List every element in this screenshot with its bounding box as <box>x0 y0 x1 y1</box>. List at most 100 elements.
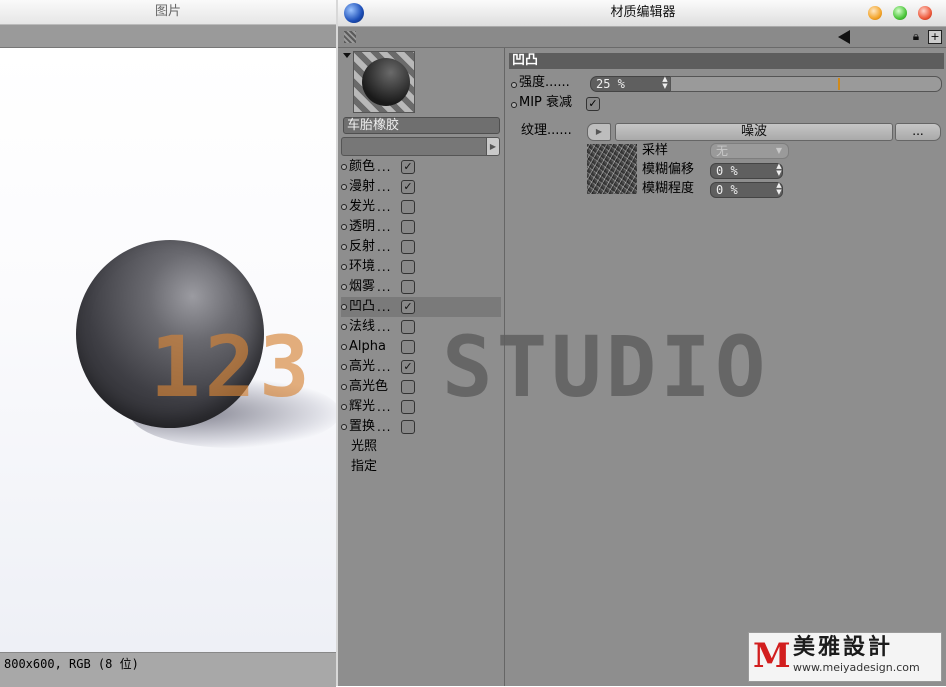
channel-dots: ... <box>377 280 392 294</box>
channel-checkbox[interactable] <box>401 400 415 414</box>
channel-label: 颜色 <box>349 159 376 174</box>
channel-label: 烟雾 <box>349 279 376 294</box>
strength-slider[interactable] <box>670 76 942 92</box>
channel-dot <box>341 304 347 310</box>
channel-item[interactable]: 烟雾... <box>341 277 501 297</box>
channel-dots: ... <box>377 260 392 274</box>
dropdown-arrow-icon[interactable]: ▶ <box>486 137 500 156</box>
strength-label: 强度...... <box>519 75 570 90</box>
channel-dot <box>341 344 347 350</box>
material-name-field[interactable]: 车胎橡胶 <box>343 117 500 134</box>
channel-label: 环境 <box>349 259 376 274</box>
strength-dot <box>511 82 517 88</box>
channel-item[interactable]: 发光... <box>341 197 501 217</box>
sampling-value: 无 <box>716 144 729 158</box>
mip-falloff-label: MIP 衰减 <box>519 95 573 110</box>
material-editor-titlebar[interactable]: 材质编辑器 <box>338 0 946 27</box>
logo-mark-icon: M <box>753 636 791 676</box>
channel-dot <box>341 164 347 170</box>
channel-dots: ... <box>377 180 392 194</box>
channel-label: 发光 <box>349 199 376 214</box>
texture-browse-button[interactable]: ... <box>895 123 941 141</box>
channel-dots: ... <box>377 160 392 174</box>
sampling-select[interactable]: 无 ▼ <box>710 143 789 159</box>
channel-dots: ... <box>377 200 392 214</box>
channel-dots: ... <box>377 420 392 434</box>
channel-checkbox[interactable] <box>401 380 415 394</box>
preview-menu-arrow-icon[interactable] <box>343 53 351 58</box>
channel-item[interactable]: 环境... <box>341 257 501 277</box>
maximize-button[interactable] <box>893 6 907 20</box>
channel-item[interactable]: 置换... <box>341 417 501 437</box>
watermark-logo: M 美雅設計 www.meiyadesign.com <box>748 632 942 682</box>
material-editor-title: 材质编辑器 <box>610 5 676 20</box>
texture-menu-button[interactable]: ▶ <box>587 123 611 141</box>
channel-dots: ... <box>377 320 392 334</box>
grip-icon[interactable] <box>344 31 356 43</box>
channel-label: 凹凸 <box>349 299 376 314</box>
channel-dots: ... <box>377 240 392 254</box>
channel-dots: ... <box>377 220 392 234</box>
channel-dot <box>341 224 347 230</box>
channel-dot <box>341 204 347 210</box>
channel-label: 高光 <box>349 359 376 374</box>
slider-handle[interactable] <box>838 78 840 90</box>
channel-item[interactable]: 反射... <box>341 237 501 257</box>
strength-spinner-icon[interactable]: ▲ ▼ <box>660 76 670 90</box>
preview-sphere <box>362 58 410 106</box>
channel-dot <box>341 264 347 270</box>
channel-checkbox[interactable]: ✓ <box>401 360 415 374</box>
texture-name-button[interactable]: 噪波 <box>615 123 893 141</box>
channel-item[interactable]: 漫射... ✓ <box>341 177 501 197</box>
close-button[interactable] <box>918 6 932 20</box>
channel-dots: ... <box>377 400 392 414</box>
sampling-label: 采样 <box>642 143 669 158</box>
channel-checkbox[interactable] <box>401 220 415 234</box>
channel-item[interactable]: 透明... <box>341 217 501 237</box>
channel-item[interactable]: 凹凸... ✓ <box>341 297 501 317</box>
channel-checkbox[interactable] <box>401 420 415 434</box>
channel-checkbox[interactable] <box>401 340 415 354</box>
channel-dot <box>341 404 347 410</box>
picture-window-title: 图片 <box>0 0 336 25</box>
texture-label: 纹理...... <box>521 123 572 138</box>
channel-dot <box>341 244 347 250</box>
channel-label: 高光色 <box>349 379 389 394</box>
logo-url: www.meiyadesign.com <box>793 661 920 674</box>
channel-checkbox[interactable] <box>401 200 415 214</box>
channel-checkbox[interactable] <box>401 320 415 334</box>
chevron-down-icon: ▼ <box>775 146 782 155</box>
blur-scale-input[interactable]: 0 % <box>710 182 783 198</box>
channel-dot <box>341 324 347 330</box>
blur-scale-spinner-icon[interactable]: ▲ ▼ <box>774 182 784 196</box>
channel-checkbox[interactable]: ✓ <box>401 180 415 194</box>
blur-offset-spinner-icon[interactable]: ▲ ▼ <box>774 163 784 177</box>
channel-dots: ... <box>377 360 392 374</box>
material-preview[interactable] <box>353 51 415 113</box>
channel-label: 反射 <box>349 239 376 254</box>
channel-label: 透明 <box>349 219 376 234</box>
channel-label: 辉光 <box>349 399 376 414</box>
new-window-icon[interactable]: + <box>928 30 942 44</box>
minimize-button[interactable] <box>868 6 882 20</box>
channel-dot <box>341 284 347 290</box>
channel-item-lighting[interactable]: 光照 <box>351 437 377 457</box>
blur-offset-input[interactable]: 0 % <box>710 163 783 179</box>
lock-icon[interactable]: 🔒︎ <box>910 30 922 43</box>
channel-checkbox[interactable]: ✓ <box>401 160 415 174</box>
channel-checkbox[interactable]: ✓ <box>401 300 415 314</box>
channel-checkbox[interactable] <box>401 280 415 294</box>
channel-dots: ... <box>377 300 392 314</box>
channel-dot <box>341 364 347 370</box>
noise-texture-overlay <box>587 144 637 194</box>
material-dropdown[interactable] <box>341 137 488 156</box>
mip-falloff-checkbox[interactable]: ✓ <box>586 97 600 111</box>
channel-checkbox[interactable] <box>401 260 415 274</box>
channel-checkbox[interactable] <box>401 240 415 254</box>
back-arrow-icon[interactable] <box>838 30 850 44</box>
section-header-bump: 凹凸 <box>509 53 944 69</box>
channel-label: 法线 <box>349 319 376 334</box>
channel-item[interactable]: 颜色... ✓ <box>341 157 501 177</box>
image-info-text: 800x600, RGB (8 位) <box>4 657 139 671</box>
channel-item-assign[interactable]: 指定 <box>351 457 377 477</box>
